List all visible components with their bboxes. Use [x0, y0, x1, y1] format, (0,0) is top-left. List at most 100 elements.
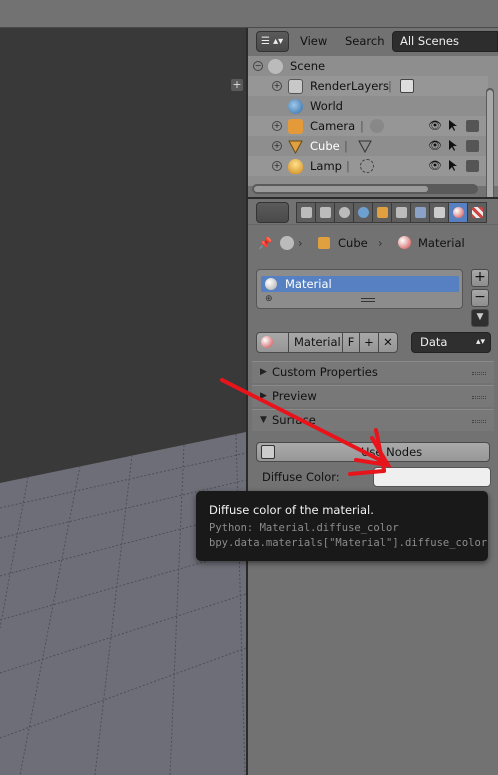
unlink-material-x-icon[interactable]: ✕: [378, 332, 398, 353]
tooltip-python-line: Python: Material.diffuse_color: [209, 522, 399, 534]
expand-icon[interactable]: +: [272, 121, 282, 131]
material-name-field[interactable]: Material: [288, 332, 343, 353]
context-tabs: [296, 202, 487, 223]
panel-title: Custom Properties: [272, 365, 378, 379]
constraints-tab-icon[interactable]: [391, 202, 411, 223]
tree-row-cube[interactable]: + Cube | 👁: [248, 136, 488, 156]
viewport-expand-toggle[interactable]: +: [231, 79, 243, 91]
outliner-editor-type-button[interactable]: ☰ ▴▾: [256, 31, 289, 52]
modifiers-tab-icon[interactable]: [410, 202, 430, 223]
material-sphere-icon: [265, 278, 277, 290]
tooltip-data-path: bpy.data.materials["Material"].diffuse_c…: [209, 537, 488, 549]
expand-icon[interactable]: +: [272, 141, 282, 151]
preview-panel-header[interactable]: ▶ Preview: [252, 385, 494, 407]
list-filter-toggle-icon[interactable]: ⊕: [265, 294, 273, 304]
renderable-camera-icon[interactable]: [466, 160, 479, 172]
tree-row-renderlayers[interactable]: + RenderLayers |: [248, 76, 488, 96]
browse-material-button[interactable]: [256, 332, 289, 353]
visibility-eye-icon[interactable]: 👁: [428, 120, 442, 132]
3d-viewport[interactable]: +: [0, 28, 246, 775]
tree-row-camera[interactable]: + Camera | 👁: [248, 116, 488, 136]
material-tab-icon[interactable]: [448, 202, 468, 223]
separator: |: [360, 119, 364, 133]
expand-icon[interactable]: +: [272, 161, 282, 171]
selectable-cursor-icon[interactable]: [448, 140, 458, 152]
outliner-tree: − Scene + RenderLayers | World + Camera …: [248, 56, 498, 198]
breadcrumb-material: Material: [418, 236, 465, 250]
drag-handle-icon[interactable]: [472, 372, 486, 375]
mesh-data-icon: [358, 140, 372, 153]
surface-panel-header[interactable]: ▼ Surface: [252, 409, 494, 431]
tree-label: Cube: [310, 139, 340, 153]
display-mode-dropdown[interactable]: All Scenes: [392, 31, 498, 52]
new-material-plus-icon[interactable]: +: [359, 332, 379, 353]
outliner-horizontal-scrollbar[interactable]: [252, 184, 478, 194]
selectable-cursor-icon[interactable]: [448, 120, 458, 132]
material-slot-item[interactable]: Material: [261, 276, 459, 292]
mesh-object-icon: [288, 140, 303, 154]
tree-label: Lamp: [310, 159, 342, 173]
add-slot-button[interactable]: +: [471, 269, 489, 287]
renderable-camera-icon[interactable]: [466, 120, 479, 132]
properties-header: [248, 199, 498, 225]
chevron-right-icon: ›: [378, 236, 383, 250]
camera-object-icon: [288, 119, 303, 134]
scene-tab-icon[interactable]: [334, 202, 354, 223]
remove-slot-button[interactable]: −: [471, 289, 489, 307]
renderlayers-icon: [288, 79, 303, 94]
slot-specials-dropdown[interactable]: ▼: [471, 309, 489, 327]
selectable-cursor-icon[interactable]: [448, 160, 458, 172]
lamp-object-icon: [288, 159, 303, 174]
search-menu[interactable]: Search: [345, 34, 385, 48]
node-tree-icon: [261, 445, 275, 459]
material-slot-name: Material: [285, 277, 332, 291]
material-browse-icon: [261, 336, 273, 348]
renderable-camera-icon[interactable]: [466, 140, 479, 152]
diffuse-color-swatch[interactable]: [373, 467, 491, 487]
fake-user-button[interactable]: F: [342, 332, 360, 353]
visibility-eye-icon[interactable]: 👁: [428, 140, 442, 152]
custom-properties-panel-header[interactable]: ▶ Custom Properties: [252, 361, 494, 383]
scene-breadcrumb-icon: [280, 236, 294, 250]
material-breadcrumb-icon: [398, 236, 411, 249]
use-nodes-label: Use Nodes: [361, 445, 423, 459]
tree-row-lamp[interactable]: + Lamp | 👁: [248, 156, 488, 176]
object-breadcrumb-icon: [318, 237, 330, 249]
camera-data-icon: [370, 119, 384, 133]
panel-title: Preview: [272, 389, 317, 403]
properties-editor: 📌 › Cube › Material Material ⊕ + − ▼ Mat…: [248, 199, 498, 775]
collapse-icon[interactable]: −: [253, 61, 263, 71]
tree-label: RenderLayers: [310, 79, 389, 93]
world-icon: [288, 99, 303, 114]
panel-title: Surface: [272, 413, 316, 427]
mesh-data-tab-icon[interactable]: [429, 202, 449, 223]
view-menu[interactable]: View: [300, 34, 327, 48]
pin-icon[interactable]: 📌: [258, 236, 272, 250]
render-layers-tab-icon[interactable]: [315, 202, 335, 223]
use-nodes-button[interactable]: Use Nodes: [256, 442, 490, 462]
texture-tab-icon[interactable]: [467, 202, 487, 223]
link-type-value: Data: [420, 335, 448, 349]
drag-handle-icon[interactable]: [472, 396, 486, 399]
separator: |: [346, 159, 350, 173]
material-slot-list[interactable]: Material ⊕: [256, 269, 463, 309]
lamp-data-icon: [360, 159, 374, 173]
properties-editor-type-button[interactable]: [256, 202, 289, 223]
drag-handle-icon[interactable]: [472, 420, 486, 423]
ground-plane-grid: [0, 432, 246, 775]
outliner-vertical-scrollbar[interactable]: [486, 88, 494, 198]
tree-row-scene[interactable]: − Scene: [248, 56, 488, 76]
diffuse-color-label: Diffuse Color:: [262, 470, 340, 484]
expand-icon[interactable]: +: [272, 81, 282, 91]
tooltip-title: Diffuse color of the material.: [209, 503, 374, 517]
top-header-bar: [0, 0, 498, 28]
tree-label: Camera: [310, 119, 356, 133]
link-type-dropdown[interactable]: Data ▴▾: [411, 332, 491, 353]
tree-row-world[interactable]: World: [248, 96, 488, 116]
tooltip: Diffuse color of the material. Python: M…: [196, 491, 488, 561]
list-resize-grip[interactable]: [361, 298, 375, 302]
world-tab-icon[interactable]: [353, 202, 373, 223]
object-tab-icon[interactable]: [372, 202, 392, 223]
visibility-eye-icon[interactable]: 👁: [428, 160, 442, 172]
render-tab-icon[interactable]: [296, 202, 316, 223]
